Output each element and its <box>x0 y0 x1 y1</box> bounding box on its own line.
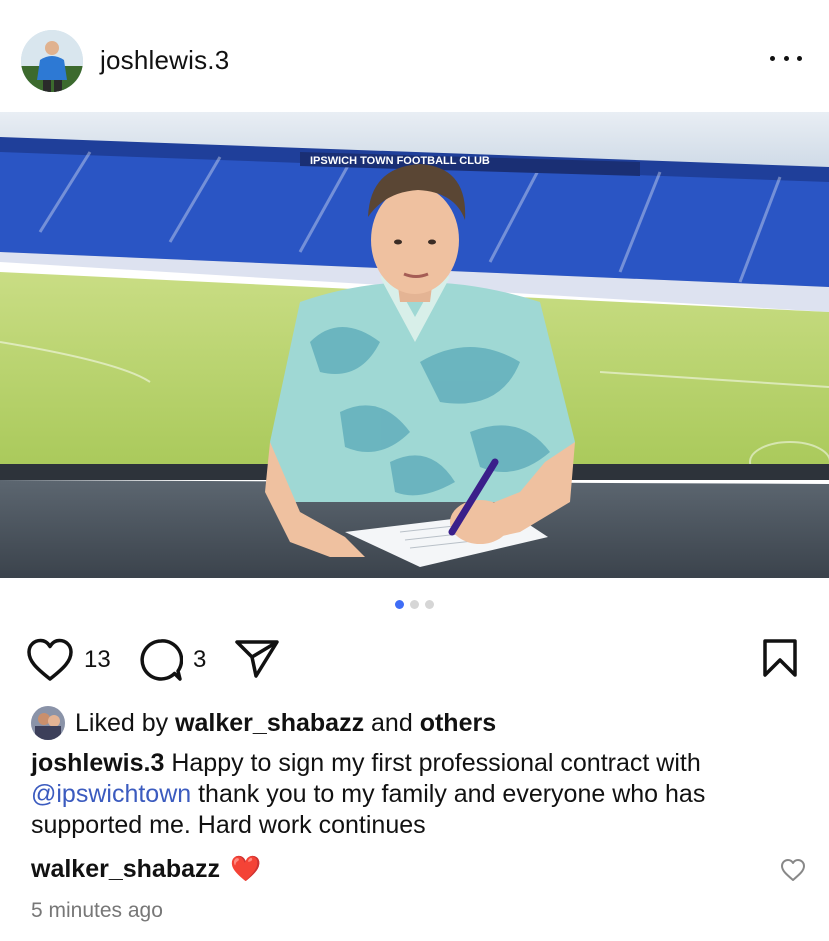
like-button[interactable]: 13 <box>26 638 111 682</box>
post-photo[interactable]: IPSWICH TOWN FOOTBALL CLUB <box>0 112 829 578</box>
post-timestamp: 5 minutes ago <box>31 899 163 922</box>
comment-icon <box>140 639 183 681</box>
caption-mention[interactable]: @ipswichtown <box>31 780 191 808</box>
carousel-indicator <box>0 600 829 609</box>
bookmark-icon <box>763 639 797 677</box>
caption-text-part1: Happy to sign my first professional cont… <box>171 749 701 777</box>
likes-count: 13 <box>84 646 111 673</box>
share-icon <box>235 640 279 678</box>
stand-signage: IPSWICH TOWN FOOTBALL CLUB <box>310 155 490 167</box>
comment-row: walker_shabazz ❤️ <box>31 852 806 886</box>
liked-by-and: and <box>371 708 413 737</box>
carousel-dot <box>410 600 419 609</box>
heart-icon <box>27 638 73 681</box>
liker-avatar <box>31 706 65 740</box>
post-username[interactable]: joshlewis.3 <box>100 45 229 76</box>
comment-button[interactable]: 3 <box>139 638 206 682</box>
bookmark-button[interactable] <box>762 638 798 678</box>
more-options-icon[interactable] <box>770 46 802 70</box>
liked-by-row[interactable]: Liked by walker_shabazz and others <box>31 706 496 740</box>
carousel-dot <box>425 600 434 609</box>
share-button[interactable] <box>234 638 280 678</box>
comments-count: 3 <box>193 646 207 673</box>
comment-text: ❤️ <box>230 854 262 883</box>
caption-username[interactable]: joshlewis.3 <box>31 749 164 777</box>
small-heart-icon[interactable] <box>780 858 806 882</box>
carousel-dot-active <box>395 600 404 609</box>
profile-avatar[interactable] <box>21 30 83 92</box>
liked-by-prefix: Liked by <box>75 708 169 737</box>
post-caption: joshlewis.3 Happy to sign my first profe… <box>31 748 801 841</box>
post-header: joshlewis.3 <box>0 0 829 112</box>
comment-username[interactable]: walker_shabazz <box>31 855 220 884</box>
liked-by-user[interactable]: walker_shabazz <box>175 709 364 738</box>
action-bar: 13 3 <box>26 638 806 682</box>
liked-by-others[interactable]: others <box>420 709 496 738</box>
